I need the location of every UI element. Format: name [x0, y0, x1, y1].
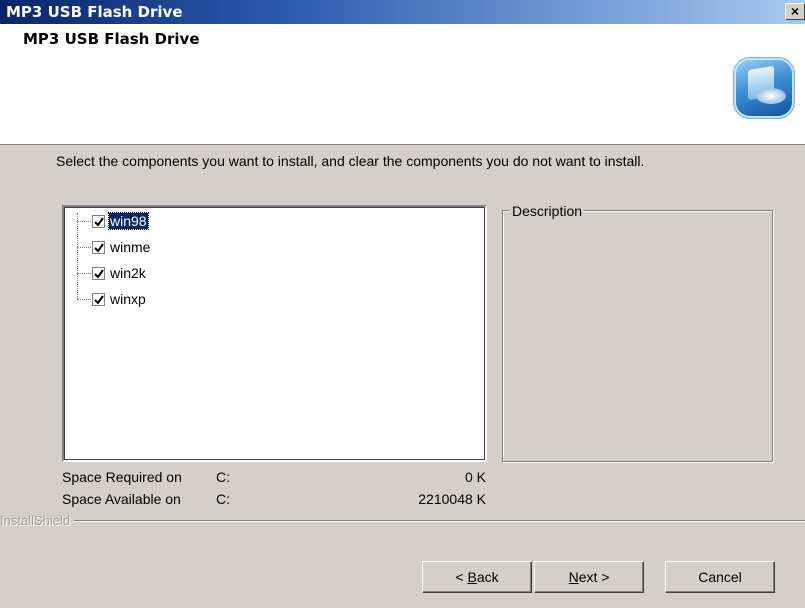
close-icon: × [790, 3, 800, 19]
installer-window: MP3 USB Flash Drive × MP3 USB Flash Driv… [0, 0, 805, 608]
component-checkbox[interactable] [92, 241, 105, 254]
component-label: winxp [110, 291, 146, 307]
cancel-button[interactable]: Cancel [665, 561, 775, 593]
next-button-mnemonic: N [568, 569, 579, 585]
checkmark-icon [94, 269, 104, 279]
space-available-label: Space Available on [62, 491, 181, 507]
window-title: MP3 USB Flash Drive [6, 3, 183, 21]
title-bar[interactable]: MP3 USB Flash Drive × [0, 0, 805, 24]
description-group [502, 210, 773, 462]
component-checkbox[interactable] [92, 267, 105, 280]
next-button[interactable]: Next > [534, 561, 644, 593]
tree-connector [77, 273, 91, 274]
space-required-drive: C: [216, 469, 230, 485]
space-available-value: 2210048 K [418, 491, 486, 507]
space-available-drive: C: [216, 491, 230, 507]
tree-connector [77, 213, 78, 299]
back-button[interactable]: < Back [422, 561, 532, 593]
logo-disc [756, 88, 786, 104]
setup-computer-icon [734, 58, 794, 118]
tree-connector [77, 247, 91, 248]
checkmark-icon [94, 295, 104, 305]
component-checkbox[interactable] [92, 293, 105, 306]
installshield-divider [0, 520, 805, 522]
tree-connector [77, 299, 91, 300]
instruction-text: Select the components you want to instal… [56, 153, 645, 169]
component-label: win2k [110, 265, 146, 281]
header-band: MP3 USB Flash Drive [0, 24, 805, 145]
back-button-rest: ack [476, 569, 499, 585]
back-button-mnemonic: B [467, 569, 477, 585]
next-button-rest: ext > [578, 569, 610, 585]
installshield-brand: InstallShield [0, 513, 75, 528]
back-button-prefix: < [455, 569, 468, 585]
space-required-label: Space Required on [62, 469, 182, 485]
space-required-value: 0 K [464, 469, 486, 485]
header-title: MP3 USB Flash Drive [23, 30, 200, 48]
tree-connector [77, 221, 91, 222]
component-checkbox[interactable] [92, 215, 105, 228]
description-label: Description [510, 203, 585, 219]
component-label: winme [110, 239, 151, 255]
component-label: win98 [108, 212, 149, 230]
checkmark-icon [94, 217, 104, 227]
close-button[interactable]: × [785, 3, 805, 20]
checkmark-icon [94, 243, 104, 253]
components-tree[interactable]: win98 winme win2k winxp [62, 205, 487, 462]
